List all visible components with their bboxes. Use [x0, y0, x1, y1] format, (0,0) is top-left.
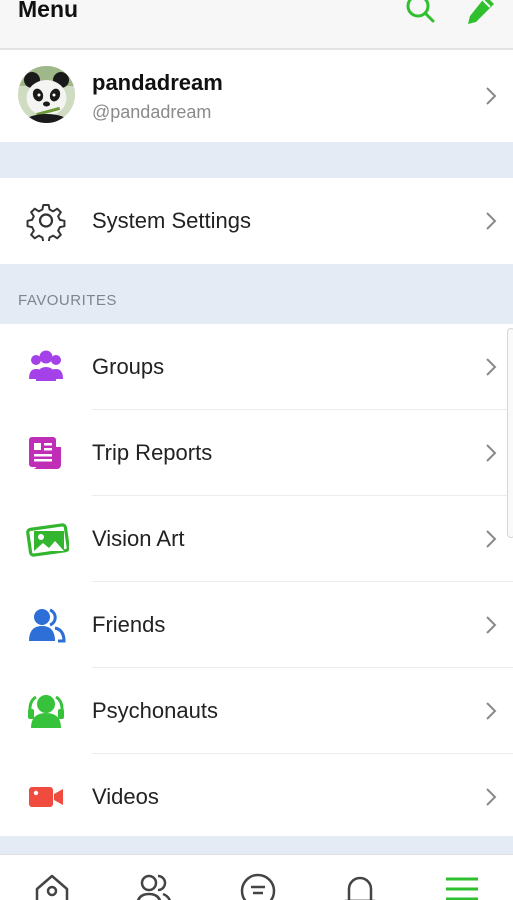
gear-icon [26, 204, 66, 241]
chevron-right-icon [486, 530, 497, 548]
chevron-right-icon [486, 87, 497, 105]
list-item-videos[interactable]: Videos [0, 754, 513, 840]
people-icon[interactable] [134, 871, 174, 900]
favourites-section-header: FAVOURITES [0, 264, 513, 324]
list-item-friends[interactable]: Friends [0, 582, 513, 668]
psychonauts-icon [28, 695, 64, 728]
system-settings-label: System Settings [92, 208, 251, 233]
favourites-list: Groups Trip Reports Vision Art Friends P… [0, 324, 513, 836]
list-item-label: Videos [92, 784, 159, 809]
chevron-right-icon [486, 444, 497, 462]
chevron-right-icon [486, 358, 497, 376]
section-spacer [0, 836, 513, 854]
top-bar: Menu [0, 0, 513, 50]
profile-handle: @pandadream [92, 102, 212, 122]
list-item-vision-art[interactable]: Vision Art [0, 496, 513, 582]
panda-avatar-image [18, 66, 75, 123]
chevron-right-icon [486, 702, 497, 720]
edit-icon[interactable] [462, 0, 498, 30]
system-settings-row[interactable]: System Settings [0, 178, 513, 264]
list-item-psychonauts[interactable]: Psychonauts [0, 668, 513, 754]
list-item-trip-reports[interactable]: Trip Reports [0, 410, 513, 496]
trip-reports-icon [29, 437, 61, 469]
section-spacer [0, 142, 513, 178]
chevron-right-icon [486, 212, 497, 230]
search-icon[interactable] [402, 0, 438, 28]
list-item-label: Friends [92, 612, 166, 637]
videos-icon [29, 787, 63, 807]
friends-icon [29, 608, 66, 643]
chat-icon[interactable] [238, 871, 278, 900]
avatar [18, 66, 75, 123]
menu-icon[interactable] [442, 871, 482, 900]
scrollbar[interactable] [507, 328, 513, 538]
bell-icon[interactable] [340, 871, 380, 900]
list-item-label: Groups [92, 354, 165, 379]
list-item-label: Psychonauts [92, 698, 218, 723]
bottom-nav [0, 854, 513, 900]
chevron-right-icon [486, 788, 497, 806]
section-title: FAVOURITES [18, 292, 117, 309]
profile-name: pandadream [92, 70, 223, 95]
list-item-groups[interactable]: Groups [0, 324, 513, 410]
chevron-right-icon [486, 616, 497, 634]
home-icon[interactable] [32, 871, 72, 900]
list-item-label: Trip Reports [92, 440, 213, 465]
profile-row[interactable]: pandadream @pandadream [0, 50, 513, 142]
vision-art-icon [26, 523, 69, 557]
list-item-label: Vision Art [92, 526, 185, 551]
page-title: Menu [18, 0, 79, 22]
groups-icon [29, 350, 63, 381]
